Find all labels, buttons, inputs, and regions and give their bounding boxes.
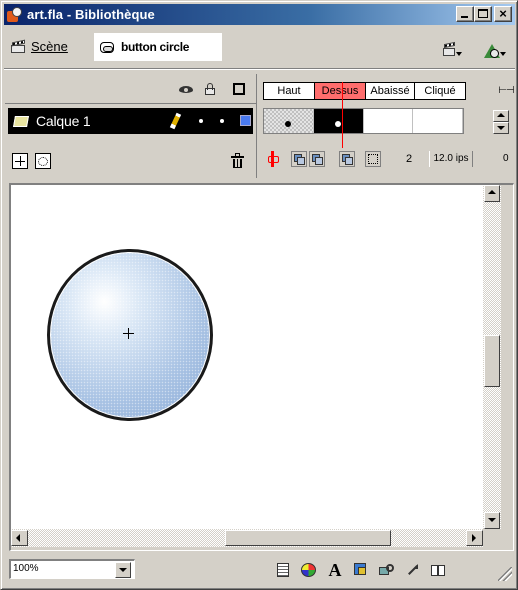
frame-rate-readout[interactable]: 12.0 ips xyxy=(429,151,473,167)
close-icon: × xyxy=(499,6,507,21)
minimize-icon xyxy=(461,16,468,18)
movie-explorer-icon[interactable] xyxy=(378,561,396,579)
window-title: art.fla - Bibliothèque xyxy=(27,7,155,22)
symbol-label: button circle xyxy=(121,40,190,54)
current-frame-readout: 2 xyxy=(405,153,413,165)
add-motion-guide-icon[interactable] xyxy=(35,153,51,169)
timeline-vertical-scrollbar[interactable] xyxy=(493,110,509,134)
timeline: Calque 1 Haut Dessus Abaissé Cliqué ⊢⊣ 2… xyxy=(5,74,515,178)
instance-icon[interactable] xyxy=(352,561,370,579)
keyframe-marker xyxy=(334,121,341,127)
keyframe-marker xyxy=(285,121,291,127)
frame-cell-down[interactable] xyxy=(363,109,414,133)
info-icon[interactable] xyxy=(274,561,292,579)
onion-skin-icon[interactable] xyxy=(291,151,307,167)
button-symbol-icon xyxy=(99,40,116,55)
layer-toolbar xyxy=(5,148,257,176)
title-bar[interactable]: art.fla - Bibliothèque × xyxy=(4,4,515,25)
stage-horizontal-scrollbar[interactable] xyxy=(11,529,483,547)
visibility-toggle[interactable] xyxy=(199,119,203,123)
layer-pane: Calque 1 xyxy=(5,74,257,178)
breadcrumb-symbol[interactable]: button circle xyxy=(94,33,222,61)
lock-toggle[interactable] xyxy=(220,119,224,123)
scroll-left-button[interactable] xyxy=(11,530,28,546)
library-icon[interactable] xyxy=(430,561,448,579)
layer-icon xyxy=(13,114,30,128)
library-window: art.fla - Bibliothèque × Scène button ci… xyxy=(0,0,518,590)
maximize-button[interactable] xyxy=(474,6,492,22)
scene-label: Scène xyxy=(31,39,68,54)
arrow-down-icon xyxy=(497,126,505,130)
frame-label-over[interactable]: Dessus xyxy=(314,82,366,100)
pencil-icon xyxy=(169,112,182,130)
onion-markers-icon[interactable] xyxy=(365,151,381,167)
frame-label-hit[interactable]: Cliqué xyxy=(414,82,466,100)
onion-skin-outlines-icon[interactable] xyxy=(309,151,325,167)
frame-label-down[interactable]: Abaissé xyxy=(365,82,415,100)
arrow-up-icon xyxy=(488,190,496,194)
resize-grip[interactable] xyxy=(498,567,512,581)
layer-header xyxy=(5,74,257,104)
timeline-scroll-down-button[interactable] xyxy=(493,122,509,134)
stage-vertical-scrollbar[interactable] xyxy=(483,185,501,529)
eye-icon[interactable] xyxy=(179,83,193,95)
arrow-down-icon xyxy=(488,518,496,522)
scroll-up-button[interactable] xyxy=(484,185,500,202)
frame-view-menu-icon[interactable]: ⊢⊣ xyxy=(497,82,515,100)
layer-name: Calque 1 xyxy=(36,113,91,129)
layer-row[interactable]: Calque 1 xyxy=(8,108,253,134)
stage[interactable] xyxy=(11,185,483,529)
frame-header: Haut Dessus Abaissé Cliqué xyxy=(263,82,466,100)
frame-cells xyxy=(263,108,464,134)
playhead[interactable] xyxy=(342,82,343,148)
maximize-icon xyxy=(478,9,488,18)
lock-icon[interactable] xyxy=(204,83,218,95)
scroll-down-button[interactable] xyxy=(484,512,500,529)
horizontal-scroll-thumb[interactable] xyxy=(225,530,391,546)
registration-point xyxy=(123,328,134,339)
layer-outline-color[interactable] xyxy=(240,115,251,126)
frame-cell-up[interactable] xyxy=(264,109,314,133)
center-frame-icon[interactable] xyxy=(268,151,279,167)
vertical-scroll-thumb[interactable] xyxy=(484,335,500,387)
arrow-up-icon xyxy=(497,113,505,117)
edit-bar: Scène button circle xyxy=(4,29,515,69)
edit-scene-icon[interactable] xyxy=(442,41,462,59)
edit-multiple-frames-icon[interactable] xyxy=(339,151,355,167)
outline-icon[interactable] xyxy=(233,83,247,95)
minimize-button[interactable] xyxy=(456,6,474,22)
breadcrumb-scene[interactable]: Scène xyxy=(10,39,68,54)
actions-icon[interactable] xyxy=(404,561,422,579)
edit-symbols-icon[interactable] xyxy=(482,39,506,59)
scroll-right-button[interactable] xyxy=(466,530,483,546)
frame-cell-over[interactable] xyxy=(313,109,364,133)
chevron-down-icon xyxy=(119,568,127,572)
zoom-dropdown-button[interactable] xyxy=(115,562,131,578)
arrow-right-icon xyxy=(472,534,476,542)
elapsed-time-readout: 0 xyxy=(503,153,509,164)
frame-toolbar: 2 12.0 ips 0 xyxy=(263,148,515,170)
trash-icon[interactable] xyxy=(231,153,244,169)
flash-document-icon xyxy=(7,6,23,23)
frame-pane: Haut Dessus Abaissé Cliqué ⊢⊣ 2 12.0 ips… xyxy=(258,74,515,178)
zoom-value: 100% xyxy=(13,563,39,574)
timeline-scroll-up-button[interactable] xyxy=(493,110,509,122)
insert-layer-icon[interactable] xyxy=(12,153,28,169)
frame-label-up[interactable]: Haut xyxy=(263,82,315,100)
zoom-combobox[interactable]: 100% xyxy=(9,559,135,579)
swatches-icon[interactable] xyxy=(300,561,318,579)
character-icon[interactable]: A xyxy=(326,561,344,579)
close-button[interactable]: × xyxy=(494,6,512,22)
scrollbar-corner xyxy=(483,529,501,547)
status-bar: 100% A xyxy=(4,555,515,585)
clapperboard-icon xyxy=(10,39,26,54)
frame-cell-hit[interactable] xyxy=(413,109,463,133)
arrow-left-icon xyxy=(16,534,20,542)
